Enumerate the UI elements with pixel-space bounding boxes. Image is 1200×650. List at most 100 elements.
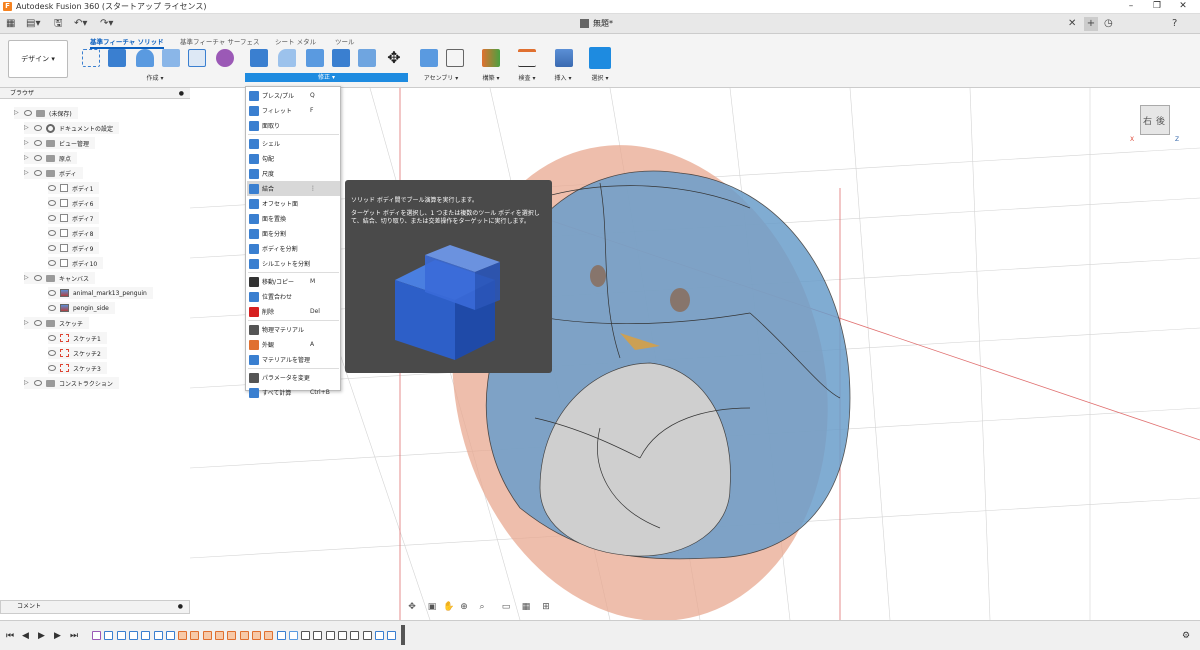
3d-viewport[interactable]: 右 後 X Z: [189, 87, 1200, 621]
viewports-icon[interactable]: ⊞: [541, 602, 551, 612]
browser-item[interactable]: ボディ10: [48, 257, 104, 269]
menu-item[interactable]: 面を置換: [247, 211, 340, 226]
measure-icon[interactable]: [518, 49, 536, 67]
visibility-eye-icon[interactable]: [34, 125, 42, 131]
insert-group-label[interactable]: 挿入 ▾: [548, 73, 578, 82]
visibility-eye-icon[interactable]: [48, 230, 56, 236]
display-settings-icon[interactable]: ▭: [501, 602, 511, 612]
browser-item[interactable]: ボディ7: [48, 212, 100, 224]
timeline-feature-icon[interactable]: [215, 631, 224, 640]
new-component-icon[interactable]: [420, 49, 438, 67]
menu-item[interactable]: 勾配: [247, 151, 340, 166]
offset-face-icon[interactable]: [358, 49, 376, 67]
expand-triangle-icon[interactable]: ▷: [24, 274, 30, 282]
tab-surface[interactable]: 基準フィーチャ サーフェス: [180, 36, 259, 46]
browser-item[interactable]: ▷ スケッチ: [24, 317, 90, 329]
timeline-start-icon[interactable]: ⏮: [6, 631, 14, 641]
timeline-feature-icon[interactable]: [387, 631, 397, 640]
offset-plane-icon[interactable]: [482, 49, 500, 67]
new-sketch-icon[interactable]: [82, 49, 100, 67]
timeline-feature-icon[interactable]: [104, 631, 114, 640]
timeline-feature-icon[interactable]: [264, 631, 274, 640]
browser-item[interactable]: ▷ ドキュメントの設定: [24, 122, 120, 134]
press-pull-icon[interactable]: [250, 49, 268, 67]
workspace-button[interactable]: デザイン ▾: [8, 40, 68, 78]
orbit-icon[interactable]: ✥: [407, 602, 417, 612]
browser-item[interactable]: ▷ ボディ: [24, 167, 83, 179]
expand-triangle-icon[interactable]: ▷: [24, 169, 30, 177]
construct-group-label[interactable]: 構築 ▾: [476, 73, 506, 82]
inspect-group-label[interactable]: 検査 ▾: [512, 73, 542, 82]
visibility-eye-icon[interactable]: [48, 245, 56, 251]
browser-item[interactable]: スケッチ1: [48, 332, 107, 344]
file-menu-icon[interactable]: ▤▾: [26, 17, 40, 31]
browser-item[interactable]: ▷ キャンバス: [24, 272, 96, 284]
browser-item[interactable]: ボディ9: [48, 242, 100, 254]
timeline-prev-icon[interactable]: ◀: [22, 631, 29, 641]
visibility-eye-icon[interactable]: [48, 260, 56, 266]
menu-item[interactable]: 面を分割: [247, 226, 340, 241]
pattern-icon[interactable]: [188, 49, 206, 67]
timeline-feature-icon[interactable]: [227, 631, 237, 640]
browser-item[interactable]: pengin_side: [48, 302, 115, 314]
menu-item[interactable]: プレス/プル Q: [247, 88, 340, 103]
grid-settings-icon[interactable]: ▦: [521, 602, 531, 612]
chamfer-icon[interactable]: [306, 49, 324, 67]
visibility-eye-icon[interactable]: [48, 290, 56, 296]
timeline-feature-icon[interactable]: [178, 631, 188, 640]
new-tab-icon[interactable]: +: [1084, 17, 1098, 31]
browser-item[interactable]: スケッチ3: [48, 362, 107, 374]
zoom-icon[interactable]: ⊕: [459, 602, 469, 612]
fit-icon[interactable]: ⌕: [477, 602, 487, 612]
timeline-feature-icon[interactable]: [251, 631, 261, 640]
timeline-feature-icon[interactable]: [153, 631, 163, 640]
expand-triangle-icon[interactable]: ▷: [24, 379, 30, 387]
menu-item[interactable]: 外観 A: [247, 337, 340, 352]
browser-item[interactable]: ボディ6: [48, 197, 100, 209]
visibility-eye-icon[interactable]: [34, 155, 42, 161]
visibility-eye-icon[interactable]: [48, 335, 56, 341]
menu-item[interactable]: パラメータを変更: [247, 370, 340, 385]
menu-item[interactable]: オフセット面: [247, 196, 340, 211]
extrude-icon[interactable]: [108, 49, 126, 67]
timeline-feature-icon[interactable]: [374, 631, 384, 640]
undo-icon[interactable]: ↶▾: [74, 17, 87, 31]
visibility-eye-icon[interactable]: [48, 365, 56, 371]
menu-item[interactable]: 物理マテリアル: [247, 322, 340, 337]
timeline-feature-icon[interactable]: [202, 631, 212, 640]
pan-icon[interactable]: ✋: [443, 602, 454, 612]
sweep-icon[interactable]: [162, 49, 180, 67]
expand-triangle-icon[interactable]: ▷: [24, 319, 30, 327]
browser-item[interactable]: ▷ 原点: [24, 152, 78, 164]
visibility-eye-icon[interactable]: [34, 320, 42, 326]
timeline-feature-icon[interactable]: [288, 631, 298, 640]
comment-pin-icon[interactable]: ●: [178, 601, 183, 613]
timeline-feature-icon[interactable]: [190, 631, 200, 640]
menu-item[interactable]: マテリアルを管理: [247, 352, 340, 367]
browser-item[interactable]: スケッチ2: [48, 347, 107, 359]
form-icon[interactable]: [216, 49, 234, 67]
visibility-eye-icon[interactable]: [48, 200, 56, 206]
save-icon[interactable]: 🖫: [54, 17, 63, 31]
timeline-next-icon[interactable]: ▶: [54, 631, 61, 641]
tab-tools[interactable]: ツール: [335, 36, 355, 46]
menu-item[interactable]: 削除 Del: [247, 304, 340, 319]
redo-icon[interactable]: ↷▾: [100, 17, 113, 31]
minimize-icon[interactable]: –: [1118, 0, 1144, 14]
timeline-feature-icon[interactable]: [165, 631, 175, 640]
timeline-feature-icon[interactable]: [325, 631, 335, 640]
menu-item[interactable]: 結合 ⋮: [247, 181, 340, 196]
modify-group-label[interactable]: 修正 ▾: [245, 73, 408, 82]
visibility-eye-icon[interactable]: [48, 215, 56, 221]
joint-icon[interactable]: [446, 49, 464, 67]
clock-icon[interactable]: ◷: [1104, 17, 1113, 31]
menu-item[interactable]: シルエットを分割: [247, 256, 340, 271]
visibility-eye-icon[interactable]: [48, 185, 56, 191]
look-at-icon[interactable]: ▣: [427, 602, 437, 612]
timeline-feature-icon[interactable]: [141, 631, 151, 640]
menu-item[interactable]: すべて計算 Ctrl+B: [247, 385, 340, 400]
select-icon[interactable]: [589, 47, 611, 69]
fillet-icon[interactable]: [278, 49, 296, 67]
timeline-end-icon[interactable]: ⏭: [70, 631, 78, 641]
comment-panel[interactable]: コメント ●: [0, 600, 190, 614]
